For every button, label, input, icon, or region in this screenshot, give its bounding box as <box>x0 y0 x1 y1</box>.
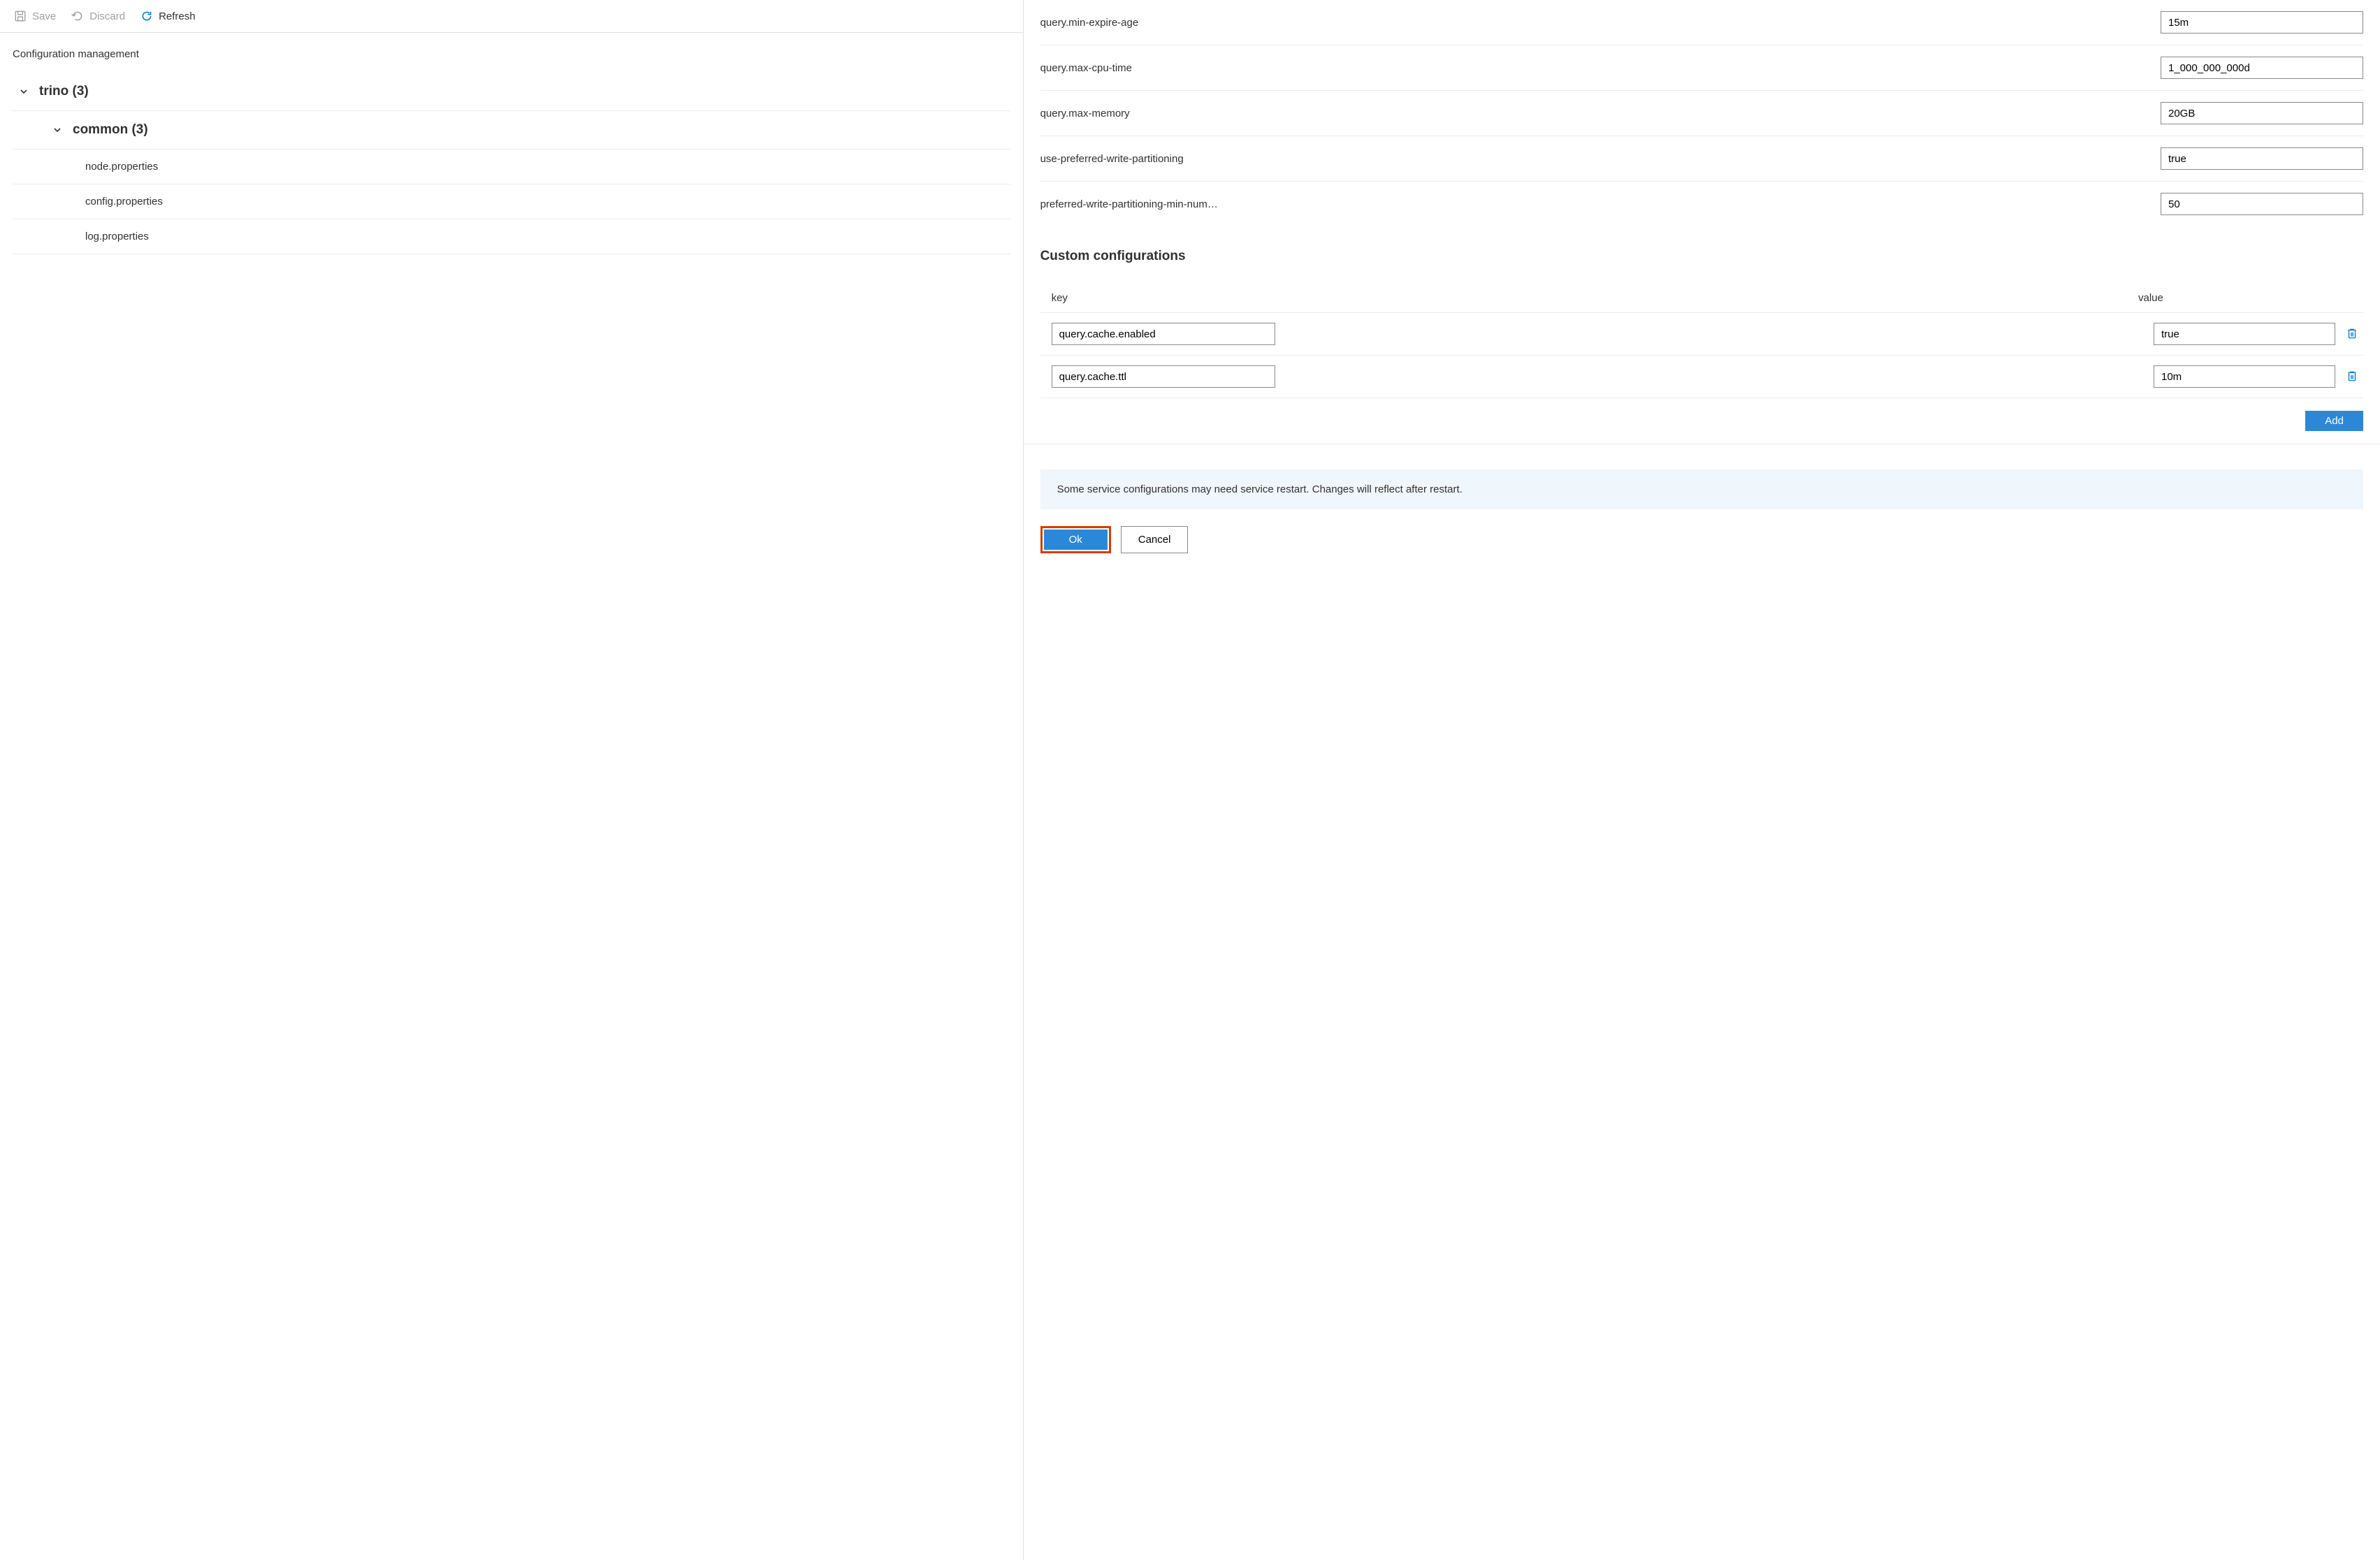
toolbar: Save Discard Refresh <box>0 0 1023 33</box>
discard-label: Discard <box>89 10 125 22</box>
custom-value-input[interactable] <box>2154 365 2335 388</box>
custom-config-header: key value <box>1040 284 2363 313</box>
add-button[interactable]: Add <box>2305 411 2363 431</box>
config-input-max-memory[interactable] <box>2161 102 2363 124</box>
ok-button[interactable]: Ok <box>1044 530 1108 550</box>
undo-icon <box>71 10 84 22</box>
custom-config-section: Custom configurations key value <box>1024 226 2380 398</box>
ok-button-highlight: Ok <box>1040 526 1111 553</box>
config-label: query.min-expire-age <box>1040 17 2161 29</box>
tree-file-log-properties[interactable]: log.properties <box>13 219 1010 254</box>
save-button[interactable]: Save <box>13 7 57 25</box>
save-icon <box>14 10 27 22</box>
header-key: key <box>1040 292 2138 304</box>
config-row: use-preferred-write-partitioning <box>1040 136 2363 181</box>
trash-icon <box>2346 370 2358 384</box>
delete-row-button[interactable] <box>2341 365 2363 388</box>
refresh-button[interactable]: Refresh <box>139 7 197 25</box>
config-row: preferred-write-partitioning-min-num… <box>1040 181 2363 226</box>
custom-key-input[interactable] <box>1052 323 1275 345</box>
tree-file-config-properties[interactable]: config.properties <box>13 184 1010 219</box>
custom-key-input[interactable] <box>1052 365 1275 388</box>
info-banner: Some service configurations may need ser… <box>1040 469 2363 509</box>
tree-group-label: common (3) <box>73 122 148 138</box>
footer-actions: Ok Cancel <box>1024 526 2380 570</box>
tree-file-node-properties[interactable]: node.properties <box>13 150 1010 184</box>
tree-file-label: config.properties <box>85 196 163 207</box>
left-panel: Save Discard Refresh Configuration manag… <box>0 0 1024 1560</box>
header-value: value <box>2138 292 2341 304</box>
save-label: Save <box>32 10 56 22</box>
trash-icon <box>2346 327 2358 342</box>
config-label: use-preferred-write-partitioning <box>1040 153 2161 165</box>
add-row: Add <box>1024 398 2380 444</box>
chevron-down-icon <box>18 86 29 97</box>
refresh-label: Refresh <box>159 10 196 22</box>
config-row: query.min-expire-age <box>1040 0 2363 45</box>
refresh-icon <box>140 10 153 22</box>
cancel-button[interactable]: Cancel <box>1121 526 1189 553</box>
config-input-min-expire-age[interactable] <box>2161 11 2363 34</box>
tree-root-trino[interactable]: trino (3) <box>13 73 1010 111</box>
config-row: query.max-memory <box>1040 90 2363 136</box>
custom-config-row <box>1040 356 2363 398</box>
config-label: query.max-memory <box>1040 108 2161 119</box>
config-label: query.max-cpu-time <box>1040 62 2161 74</box>
right-panel: query.min-expire-age query.max-cpu-time … <box>1024 0 2380 1560</box>
custom-value-input[interactable] <box>2154 323 2335 345</box>
config-input-preferred-write-partitioning-min-num[interactable] <box>2161 193 2363 215</box>
config-label: preferred-write-partitioning-min-num… <box>1040 198 2161 210</box>
tree-file-label: log.properties <box>85 231 149 242</box>
custom-config-title: Custom configurations <box>1040 249 2363 264</box>
tree-file-label: node.properties <box>85 161 158 173</box>
config-input-use-preferred-write-partitioning[interactable] <box>2161 147 2363 170</box>
config-list: query.min-expire-age query.max-cpu-time … <box>1024 0 2380 226</box>
config-input-max-cpu-time[interactable] <box>2161 57 2363 79</box>
config-row: query.max-cpu-time <box>1040 45 2363 90</box>
delete-row-button[interactable] <box>2341 323 2363 345</box>
chevron-down-icon <box>52 124 63 136</box>
tree-group-common[interactable]: common (3) <box>13 111 1010 150</box>
section-title: Configuration management <box>0 33 1023 73</box>
tree-root-label: trino (3) <box>39 84 89 99</box>
config-tree: trino (3) common (3) node.properties con… <box>0 73 1023 254</box>
discard-button[interactable]: Discard <box>70 7 126 25</box>
custom-config-row <box>1040 313 2363 356</box>
